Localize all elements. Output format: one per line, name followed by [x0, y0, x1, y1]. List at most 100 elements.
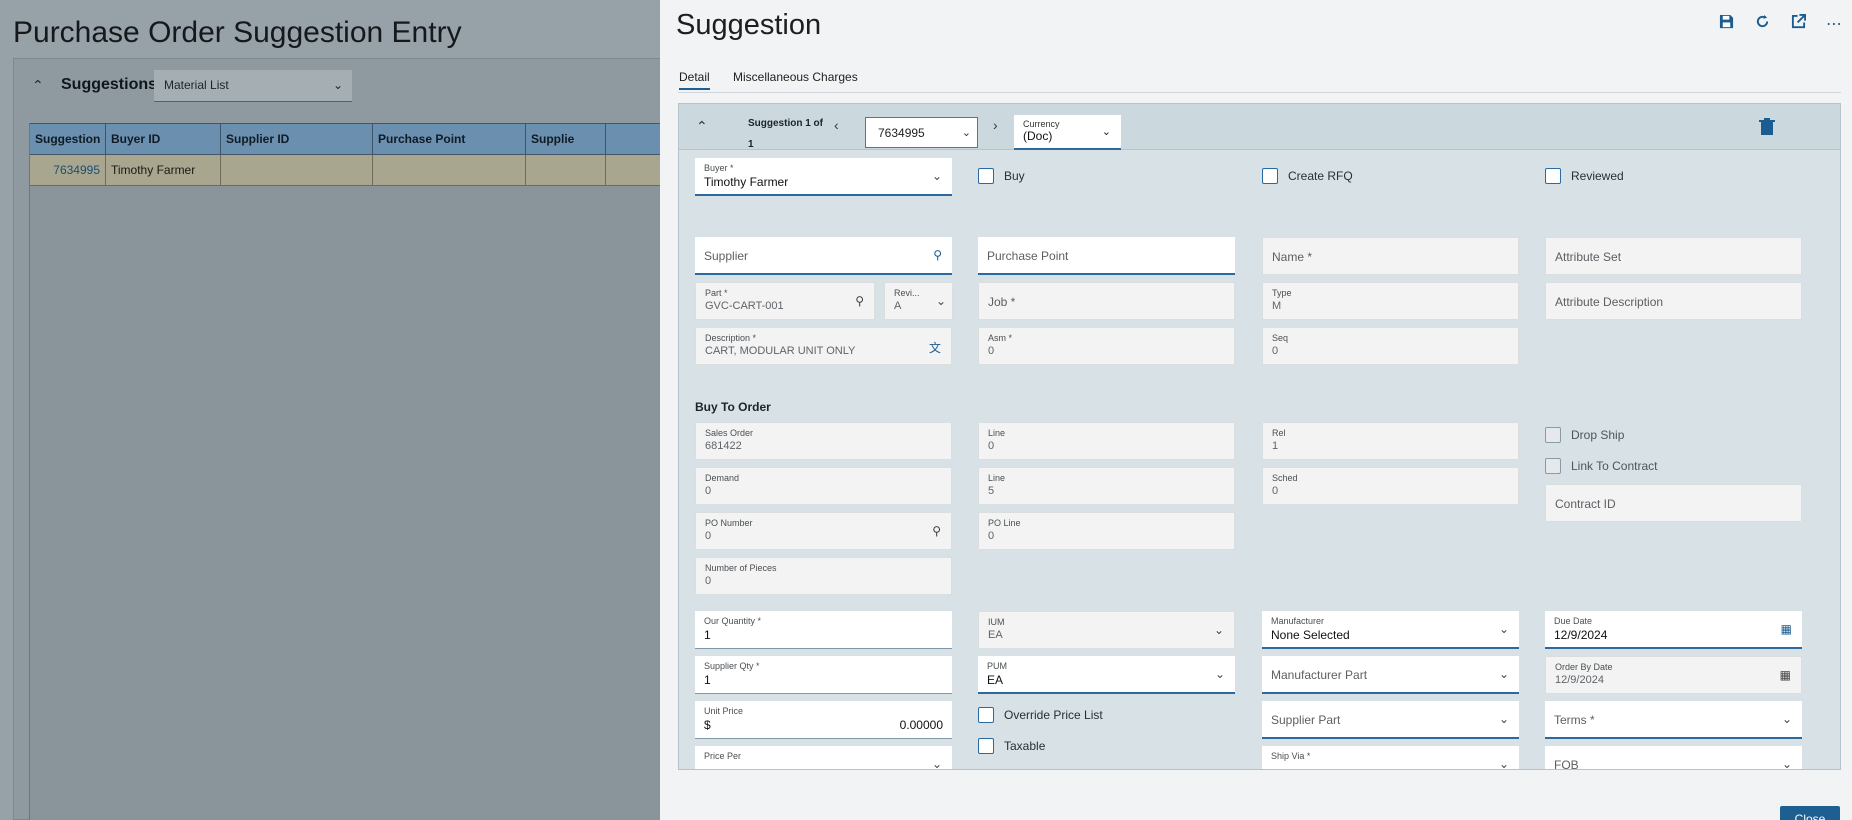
- suggestion-number-select[interactable]: 7634995 ⌄: [865, 117, 978, 148]
- rel-label: Rel: [1272, 428, 1286, 438]
- attribute-set-field: Attribute Set: [1545, 237, 1802, 275]
- po-number-label: PO Number: [705, 518, 753, 528]
- sched-field: Sched 0: [1262, 467, 1519, 505]
- previous-arrow-icon[interactable]: ‹: [834, 117, 839, 133]
- buy-checkbox[interactable]: Buy: [978, 168, 1025, 184]
- tab-miscellaneous-charges[interactable]: Miscellaneous Charges: [733, 70, 858, 84]
- save-icon[interactable]: [1715, 14, 1737, 36]
- checkbox-box[interactable]: [1545, 458, 1561, 474]
- next-arrow-icon[interactable]: ›: [993, 117, 998, 133]
- fob-placeholder: FOB: [1554, 758, 1579, 770]
- calendar-icon[interactable]: ▦: [1781, 622, 1792, 636]
- po-number-value: 0: [705, 530, 712, 542]
- close-button[interactable]: Close: [1780, 806, 1840, 820]
- material-list-value: Material List: [164, 78, 229, 92]
- description-label: Description *: [705, 333, 757, 343]
- grid-header-buyer-id[interactable]: Buyer ID: [106, 124, 221, 154]
- external-link-icon[interactable]: [1787, 14, 1809, 36]
- suggestion-drawer: Suggestion ⋯ Detail Miscellaneous Charge…: [660, 0, 1852, 820]
- taxable-label: Taxable: [1004, 739, 1046, 753]
- buyer-select[interactable]: Buyer * Timothy Farmer ⌄: [695, 158, 952, 196]
- checkbox-box[interactable]: [1262, 168, 1278, 184]
- grid-header-supplier-id[interactable]: Supplier ID: [221, 124, 373, 154]
- supplier-part-placeholder: Supplier Part: [1271, 713, 1341, 727]
- chevron-down-icon: ⌄: [931, 169, 942, 183]
- suggestions-grid: Suggestion Buyer ID Supplier ID Purchase…: [29, 123, 689, 820]
- chevron-down-icon: ⌄: [935, 294, 946, 308]
- due-date-value: 12/9/2024: [1554, 628, 1608, 642]
- reviewed-checkbox[interactable]: Reviewed: [1545, 168, 1624, 184]
- fob-select[interactable]: FOB ⌄: [1545, 746, 1802, 770]
- chevron-down-icon: ⌄: [1498, 757, 1509, 770]
- supplier-qty-field[interactable]: Supplier Qty * 1: [695, 656, 952, 694]
- material-list-select[interactable]: Material List ⌄: [154, 70, 352, 102]
- po-number-field[interactable]: PO Number 0 ⚲: [695, 512, 952, 550]
- unit-price-field[interactable]: Unit Price $ 0.00000: [695, 701, 952, 739]
- search-icon[interactable]: ⚲: [933, 248, 942, 262]
- currency-select[interactable]: Currency (Doc) ⌄: [1014, 115, 1121, 150]
- name-field: Name *: [1262, 237, 1519, 275]
- tab-detail[interactable]: Detail: [679, 70, 710, 90]
- taxable-checkbox[interactable]: Taxable: [978, 738, 1045, 754]
- translate-icon[interactable]: 文: [929, 339, 941, 356]
- unit-price-row: $ 0.00000: [704, 718, 943, 732]
- checkbox-box[interactable]: [1545, 168, 1561, 184]
- due-date-field[interactable]: Due Date 12/9/2024 ▦: [1545, 611, 1802, 649]
- seq-field: Seq 0: [1262, 327, 1519, 365]
- more-icon[interactable]: ⋯: [1823, 14, 1845, 36]
- supplier-part-select[interactable]: Supplier Part ⌄: [1262, 701, 1519, 739]
- checkbox-box[interactable]: [978, 738, 994, 754]
- override-price-list-checkbox[interactable]: Override Price List: [978, 707, 1103, 723]
- create-rfq-checkbox[interactable]: Create RFQ: [1262, 168, 1353, 184]
- search-icon[interactable]: ⚲: [855, 294, 864, 308]
- order-by-date-label: Order By Date: [1555, 662, 1613, 672]
- grid-header-suggestion[interactable]: Suggestion: [30, 124, 106, 154]
- suggestion-count: Suggestion 1 of 1: [748, 113, 823, 155]
- supplier-placeholder: Supplier: [704, 249, 749, 263]
- card-header: ⌃ Suggestion 1 of 1 ‹ 7634995 ⌄ › Curren…: [679, 104, 1840, 150]
- part-field[interactable]: Part * GVC-CART-001 ⚲: [695, 282, 875, 320]
- tab-bar: Detail Miscellaneous Charges: [678, 68, 1841, 93]
- attribute-description-field: Attribute Description: [1545, 282, 1802, 320]
- manufacturer-select[interactable]: Manufacturer None Selected ⌄: [1262, 611, 1519, 649]
- collapse-chevron-icon[interactable]: ⌃: [32, 77, 44, 94]
- pum-select[interactable]: PUM EA ⌄: [978, 656, 1235, 694]
- supplier-field[interactable]: Supplier ⚲: [695, 237, 952, 275]
- attribute-set-placeholder: Attribute Set: [1555, 250, 1622, 264]
- ship-via-select[interactable]: Ship Via * ⌄: [1262, 746, 1519, 770]
- buyer-label: Buyer *: [704, 163, 734, 173]
- suggestions-title: Suggestions: [61, 76, 158, 93]
- refresh-icon[interactable]: [1751, 14, 1773, 36]
- grid-header-supplier[interactable]: Supplie: [526, 124, 606, 154]
- part-label: Part *: [705, 288, 728, 298]
- drop-ship-checkbox[interactable]: Drop Ship: [1545, 427, 1624, 443]
- grid-cell-suggestion[interactable]: 7634995: [30, 155, 106, 185]
- chevron-down-icon: ⌄: [1214, 667, 1225, 681]
- checkbox-box[interactable]: [978, 168, 994, 184]
- po-line-label: PO Line: [988, 518, 1021, 528]
- trash-icon[interactable]: [1759, 118, 1775, 136]
- collapse-chevron-icon[interactable]: ⌃: [696, 118, 708, 135]
- terms-select[interactable]: Terms * ⌄: [1545, 701, 1802, 739]
- chevron-down-icon: ⌄: [931, 757, 942, 770]
- manufacturer-part-select[interactable]: Manufacturer Part ⌄: [1262, 656, 1519, 694]
- price-per-select[interactable]: Price Per ⌄: [695, 746, 952, 770]
- search-icon[interactable]: ⚲: [932, 524, 941, 538]
- chevron-down-icon: ⌄: [332, 78, 343, 92]
- purchase-point-field[interactable]: Purchase Point: [978, 237, 1235, 275]
- checkbox-box[interactable]: [1545, 427, 1561, 443]
- calendar-icon: ▦: [1779, 668, 1791, 682]
- grid-cell-purchase-point: [373, 155, 526, 185]
- create-rfq-label: Create RFQ: [1288, 169, 1353, 183]
- override-price-list-label: Override Price List: [1004, 708, 1103, 722]
- grid-header-purchase-point[interactable]: Purchase Point: [373, 124, 526, 154]
- reviewed-label: Reviewed: [1571, 169, 1624, 183]
- our-quantity-field[interactable]: Our Quantity * 1: [695, 611, 952, 649]
- buy-to-order-heading: Buy To Order: [695, 400, 771, 414]
- link-to-contract-checkbox[interactable]: Link To Contract: [1545, 458, 1658, 474]
- revision-select[interactable]: Revi... A ⌄: [884, 282, 953, 320]
- checkbox-box[interactable]: [978, 707, 994, 723]
- suggestions-panel: ⌃ Suggestions Material List ⌄ Suggestion…: [13, 58, 689, 820]
- table-row[interactable]: 7634995 Timothy Farmer: [30, 155, 689, 186]
- description-field[interactable]: Description * CART, MODULAR UNIT ONLY 文: [695, 327, 952, 365]
